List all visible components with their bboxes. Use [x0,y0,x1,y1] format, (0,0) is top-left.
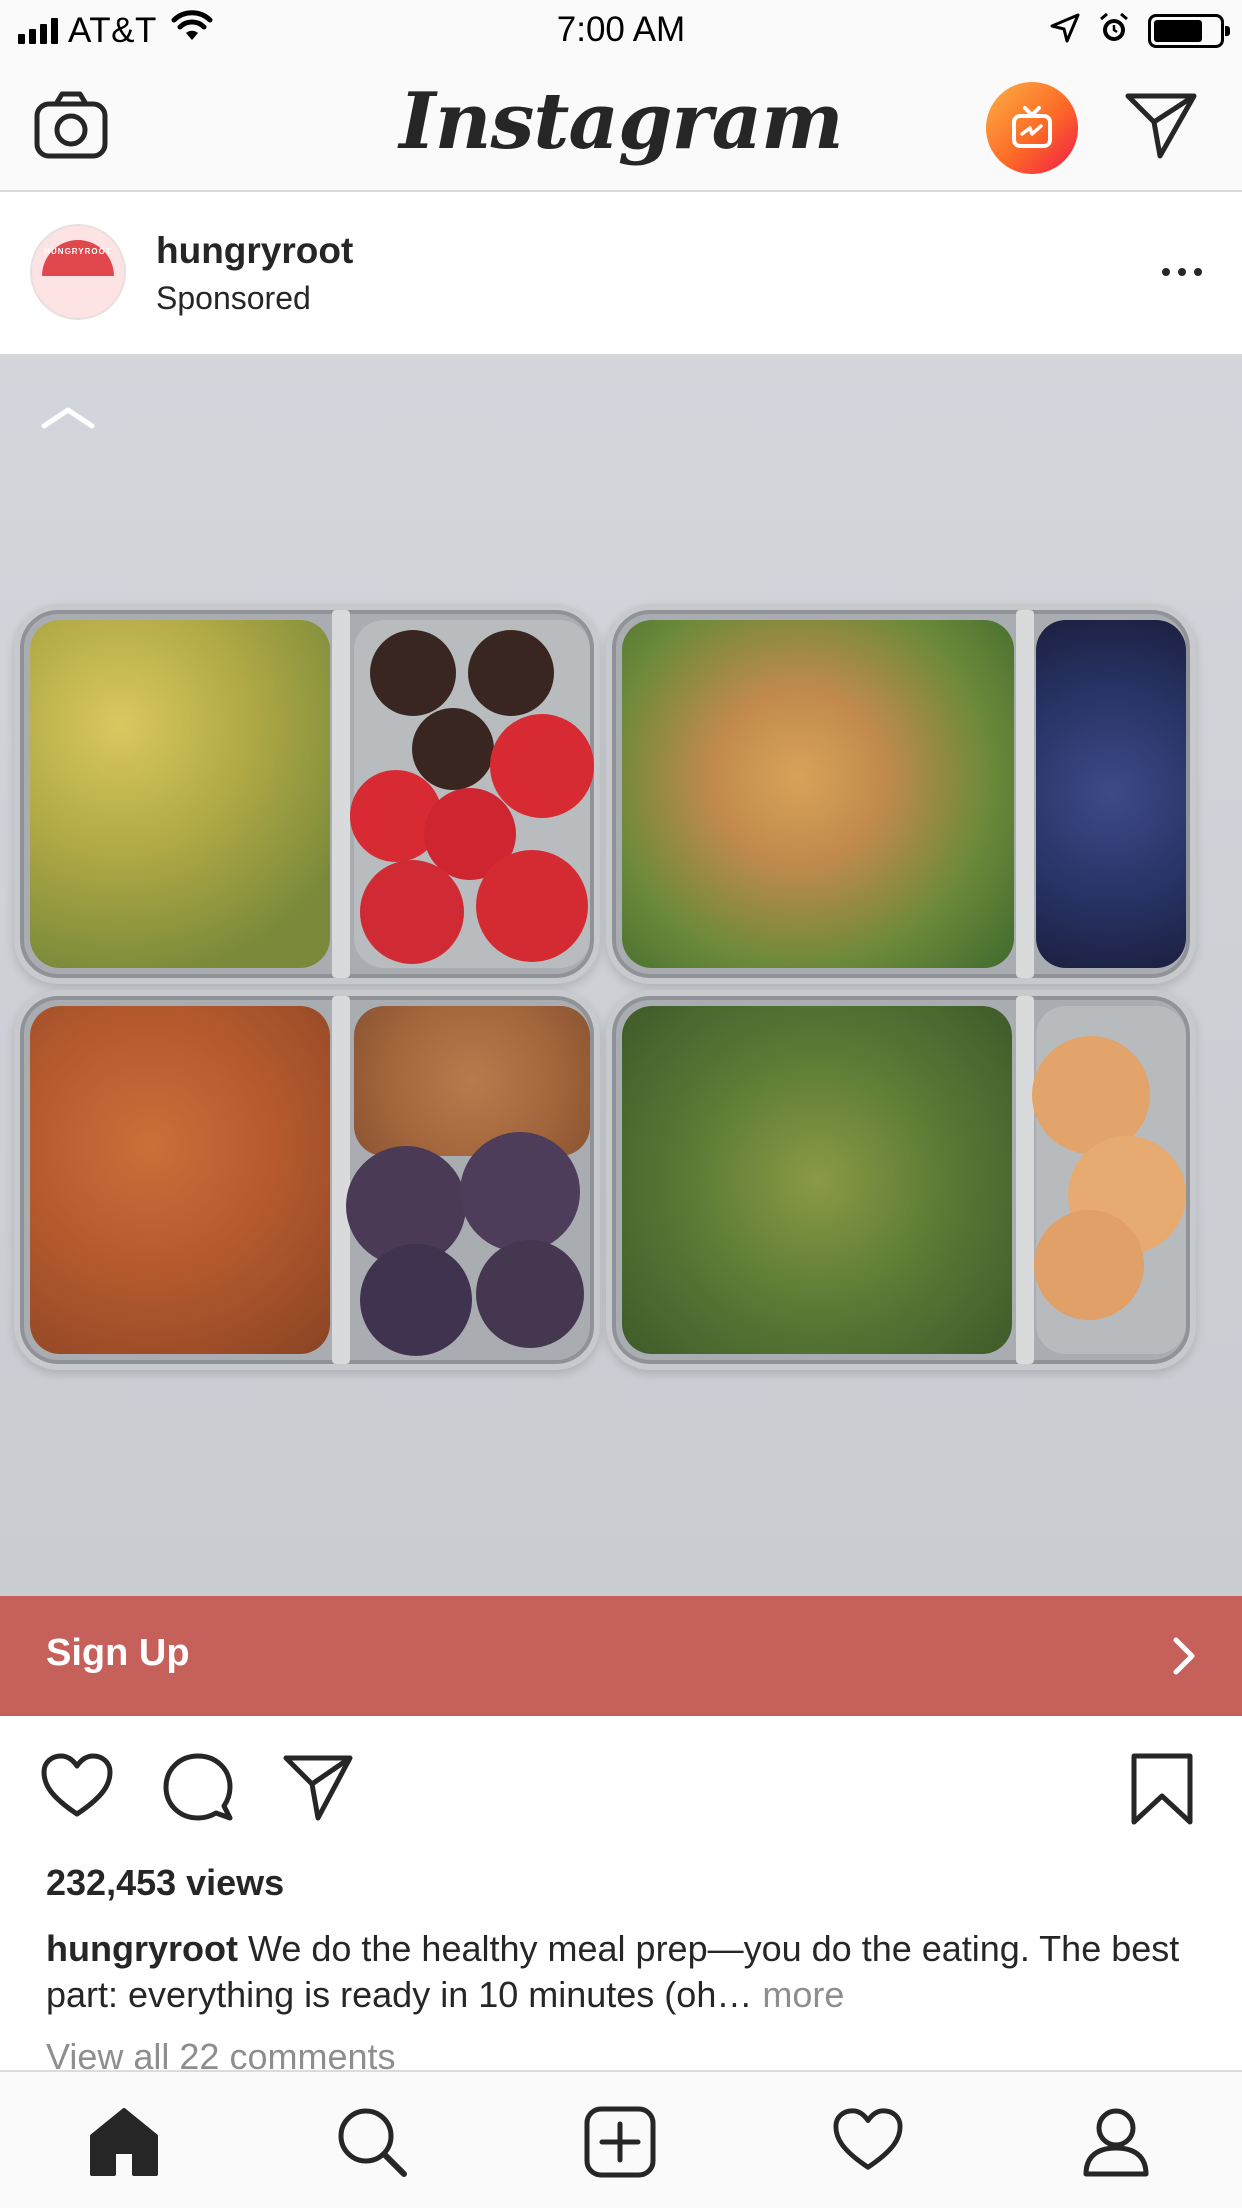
comment-icon[interactable] [162,1752,234,1827]
food-compartment [622,620,1014,968]
post-username[interactable]: hungryroot [156,230,353,272]
food-compartment [1036,620,1186,968]
caption-username[interactable]: hungryroot [46,1928,238,1969]
sign-up-label: Sign Up [46,1632,190,1674]
fig [460,1132,580,1252]
food-compartment [354,1006,590,1156]
location-icon [1050,13,1080,48]
post-header: HUNGRYROOT hungryroot Sponsored [0,192,1242,354]
truffle [412,708,494,790]
avatar[interactable]: HUNGRYROOT [30,224,126,320]
truffle [468,630,554,716]
activity-icon[interactable] [832,2106,904,2179]
compartment-divider [332,996,350,1364]
more-options-icon[interactable] [1162,268,1202,276]
meal-container [606,990,1196,1370]
truffle [370,630,456,716]
compartment-divider [1016,610,1034,978]
meal-container [14,990,600,1370]
strawberry [490,714,594,818]
alarm-icon [1098,12,1130,49]
status-right [1050,12,1230,49]
battery-level [1154,19,1202,42]
bottom-tab-bar [0,2070,1242,2208]
home-icon[interactable] [88,2106,160,2181]
status-bar: AT&T 7:00 AM [0,0,1242,62]
food-compartment [30,620,330,968]
share-icon[interactable] [282,1752,354,1827]
sign-up-button[interactable]: Sign Up [0,1596,1242,1716]
strawberry [360,860,464,964]
chevron-up-icon[interactable] [40,402,96,437]
battery-icon [1148,13,1230,48]
profile-icon[interactable] [1080,2106,1152,2183]
compartment-divider [332,610,350,978]
meal-container [606,604,1196,984]
compartment-divider [1016,996,1034,1364]
igtv-icon[interactable] [986,82,1078,174]
strawberry [476,850,588,962]
avatar-logo-text: HUNGRYROOT [44,247,112,256]
new-post-icon[interactable] [584,2106,656,2183]
direct-message-icon[interactable] [1124,90,1198,165]
bookmark-icon[interactable] [1130,1752,1194,1831]
sponsored-label: Sponsored [156,280,311,316]
meal-container [14,604,600,984]
view-count: 232,453 views [46,1862,285,1903]
top-nav: Instagram [0,62,1242,192]
post-caption: hungryroot We do the healthy meal prep—y… [46,1926,1206,2018]
fig [360,1244,472,1356]
chevron-right-icon [1170,1634,1198,1683]
avatar-logo-arc [42,240,114,276]
caption-more-link[interactable]: more [762,1974,844,2015]
like-heart-icon[interactable] [40,1752,114,1825]
post-media[interactable] [0,354,1242,1596]
food-compartment [30,1006,330,1354]
cookie [1034,1210,1144,1320]
food-compartment [622,1006,1012,1354]
search-icon[interactable] [336,2106,408,2183]
post-actions [0,1716,1242,1856]
fig [476,1240,584,1348]
